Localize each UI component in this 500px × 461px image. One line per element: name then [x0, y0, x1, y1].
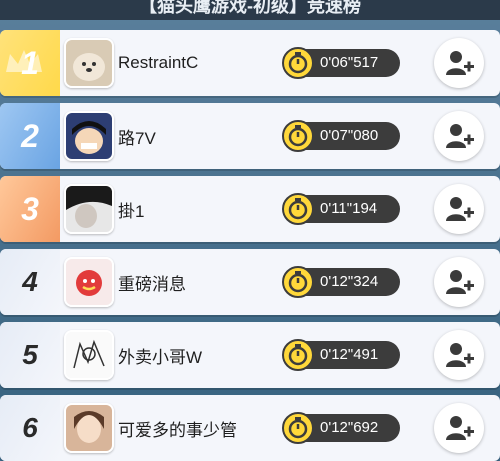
time-value: 0'12"692: [320, 419, 379, 436]
add-friend-button[interactable]: [434, 111, 484, 161]
add-friend-icon: [446, 270, 474, 294]
rank-badge: 2: [0, 103, 60, 169]
rank-number: 3: [21, 190, 39, 227]
player-name: RestraintC: [118, 53, 199, 72]
leaderboard-row: 4 重磅消息 0'12"324: [0, 249, 500, 315]
stopwatch-icon: [282, 47, 314, 79]
leaderboard-row: 2 路7V 0'07"080: [0, 103, 500, 169]
rank-badge: 3: [0, 176, 60, 242]
player-name: 路7V: [118, 128, 156, 148]
player-name: 可爱多的事少管: [118, 420, 237, 440]
player-name: 重磅消息: [118, 274, 186, 294]
add-friend-icon: [446, 343, 474, 367]
leaderboard-row: 6 可爱多的事少管 0'12"692: [0, 395, 500, 461]
add-friend-icon: [446, 197, 474, 221]
rank-badge: 5: [0, 322, 60, 388]
time-pill: 0'11"194: [282, 193, 400, 225]
leaderboard-row: 3 掛1 0'11"194: [0, 176, 500, 242]
rank-number: 5: [22, 339, 38, 370]
avatar[interactable]: [64, 111, 114, 161]
rank-number: 6: [22, 412, 38, 443]
stopwatch-icon: [282, 412, 314, 444]
time-value: 0'11"194: [320, 200, 378, 217]
stopwatch-icon: [282, 193, 314, 225]
stopwatch-icon: [282, 339, 314, 371]
avatar[interactable]: [64, 38, 114, 88]
time-pill: 0'07"080: [282, 120, 400, 152]
time-pill: 0'12"324: [282, 266, 400, 298]
time-pill: 0'12"491: [282, 339, 400, 371]
stopwatch-icon: [282, 266, 314, 298]
time-value: 0'06"517: [320, 54, 379, 71]
rank-number: 2: [21, 117, 39, 154]
avatar[interactable]: [64, 330, 114, 380]
add-friend-button[interactable]: [434, 330, 484, 380]
rank-badge: 6: [0, 395, 60, 461]
avatar[interactable]: [64, 184, 114, 234]
avatar[interactable]: [64, 257, 114, 307]
leaderboard-row: 5 外卖小哥W 0'12"491: [0, 322, 500, 388]
player-name: 外卖小哥W: [118, 347, 203, 367]
leaderboard-row: 1 RestraintC 0'06"517: [0, 30, 500, 96]
rank-number: 1: [21, 44, 39, 81]
rank-badge: 1: [0, 30, 60, 96]
add-friend-icon: [446, 416, 474, 440]
add-friend-button[interactable]: [434, 403, 484, 453]
player-name: 掛1: [118, 201, 145, 221]
add-friend-button[interactable]: [434, 257, 484, 307]
time-pill: 0'06"517: [282, 47, 400, 79]
add-friend-button[interactable]: [434, 38, 484, 88]
add-friend-icon: [446, 124, 474, 148]
time-value: 0'12"491: [320, 346, 379, 363]
stopwatch-icon: [282, 120, 314, 152]
speed-leaderboard: 【猫头鹰游戏-初级】竞速榜 1 RestraintC 0'06"517 2 路7…: [0, 0, 500, 461]
time-value: 0'12"324: [320, 273, 379, 290]
rank-number: 4: [22, 266, 38, 297]
avatar[interactable]: [64, 403, 114, 453]
rank-badge: 4: [0, 249, 60, 315]
leaderboard-title: 【猫头鹰游戏-初级】竞速榜: [0, 0, 500, 20]
add-friend-button[interactable]: [434, 184, 484, 234]
time-pill: 0'12"692: [282, 412, 400, 444]
add-friend-icon: [446, 51, 474, 75]
time-value: 0'07"080: [320, 127, 379, 144]
